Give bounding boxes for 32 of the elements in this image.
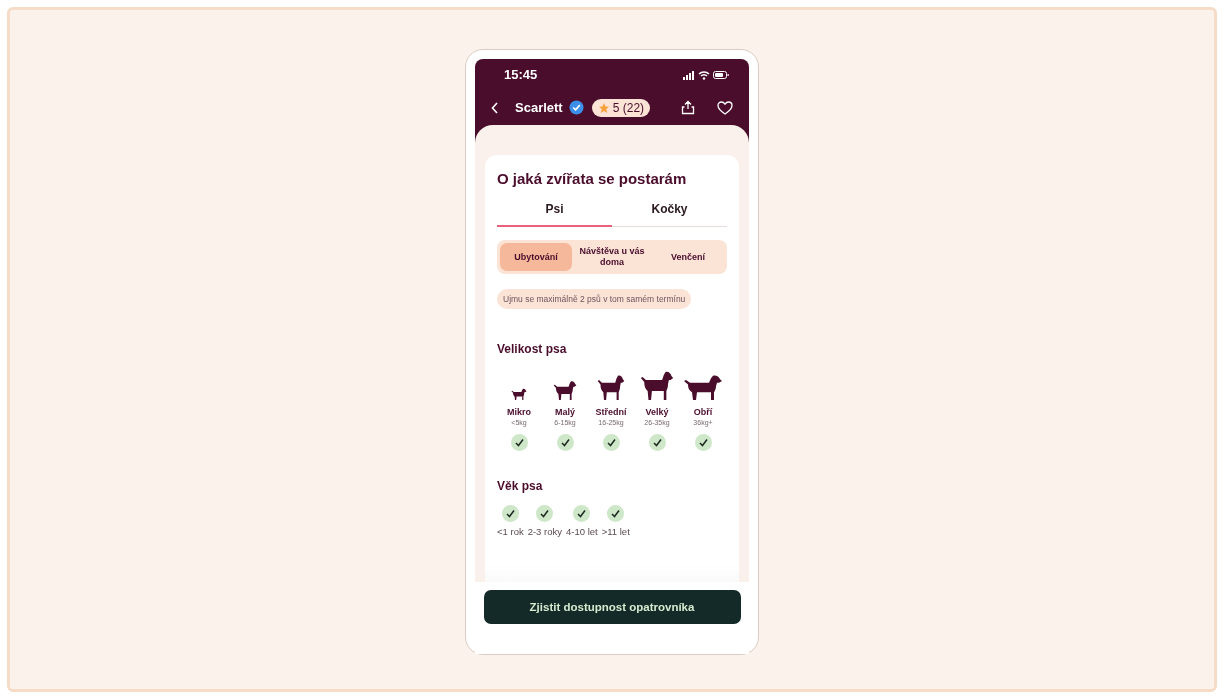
dog-icon <box>553 380 577 400</box>
size-name: Střední <box>595 407 627 417</box>
status-icons <box>683 69 729 80</box>
rating-text: 5 (22) <box>612 100 645 115</box>
service-option[interactable]: Ubytování <box>500 243 572 271</box>
dog-icon <box>597 374 625 400</box>
age-label: 2-3 roky <box>527 526 562 537</box>
star-icon <box>597 101 610 114</box>
section-title: O jaká zvířata se postarám <box>497 170 688 187</box>
dog-icon <box>683 374 723 400</box>
dog-icon <box>640 370 674 400</box>
service-option[interactable]: Návštěva u vás doma <box>576 243 648 271</box>
share-icon[interactable] <box>681 100 695 115</box>
animal-tab[interactable]: Psi <box>497 195 612 227</box>
size-name: Velký <box>645 407 669 417</box>
animal-tab[interactable]: Kočky <box>612 195 727 227</box>
dog-icon <box>511 388 527 400</box>
note-chip: Ujmu se maximálně 2 psů v tom samém termínu <box>497 289 692 309</box>
age-label: <1 rok <box>497 526 524 537</box>
availability-button[interactable]: Zjistit dostupnost opatrovníka <box>483 590 741 624</box>
size-heading: Velikost psa <box>497 342 568 356</box>
sitter-name: Scarlett <box>515 100 563 115</box>
heart-icon[interactable] <box>717 100 733 115</box>
size-name: Malý <box>555 407 575 417</box>
age-heading: Věk psa <box>497 479 544 493</box>
age-label: 4-10 let <box>566 526 598 537</box>
service-option[interactable]: Venčení <box>652 243 724 271</box>
size-name: Mikro <box>507 407 531 417</box>
age-label: >11 let <box>601 526 630 537</box>
size-name: Obří <box>693 407 713 417</box>
back-icon[interactable] <box>491 101 499 114</box>
status-time: 15:45 <box>504 67 538 82</box>
